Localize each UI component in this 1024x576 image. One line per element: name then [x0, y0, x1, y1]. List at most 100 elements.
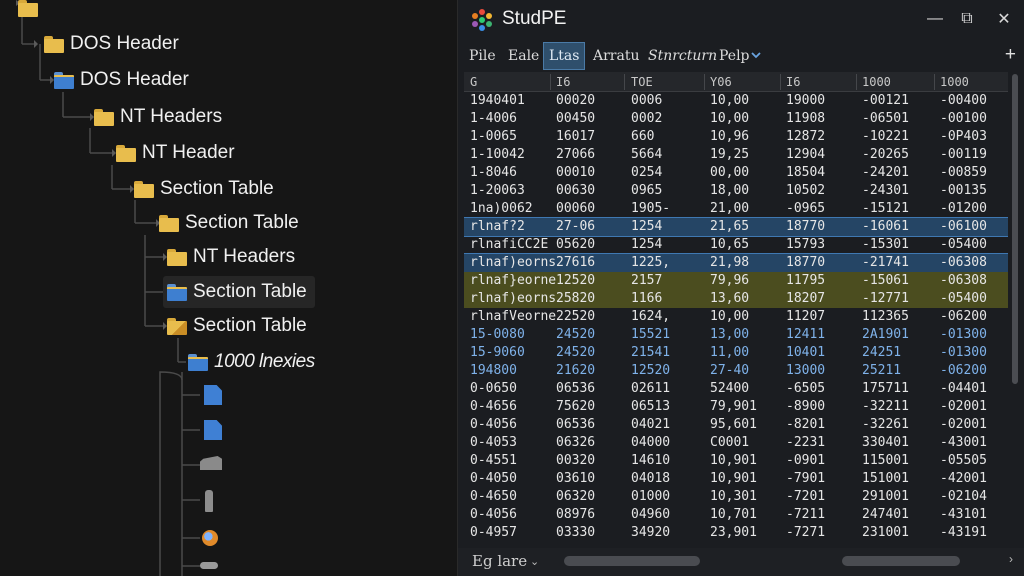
minimize-button[interactable]: —	[924, 8, 946, 30]
column-header[interactable]: Y06	[710, 75, 732, 89]
table-row[interactable]: 1-20063 00630 0965 18,00 10502 -24301 -00135	[464, 182, 1008, 200]
column-separator[interactable]	[550, 74, 551, 90]
tree-item-section-table[interactable]: Section Table	[130, 173, 282, 205]
table-row[interactable]: 0-4056 08976 04960 10,701 -7211 247401 -43101	[464, 506, 1008, 524]
table-row[interactable]: rlnaf)eorns 27616 1225, 21,98 18770 -21741 -06…	[464, 253, 1008, 273]
resource-icon[interactable]	[200, 562, 218, 569]
table-row[interactable]: 1-10042 27066 5664 19,25 12904 -20265 -00119	[464, 146, 1008, 164]
tree-item-dos-header[interactable]: DOS Header	[40, 28, 187, 60]
menu-help[interactable]: Pelp	[714, 42, 755, 70]
scroll-right-icon[interactable]: ›	[1009, 552, 1013, 566]
table-cell: 0-4053	[470, 435, 517, 450]
column-header[interactable]: 1000	[940, 75, 969, 89]
table-cell: -15121	[862, 201, 909, 216]
table-row[interactable]: 0-4650 06320 01000 10,301 -7201 291001 -02104	[464, 488, 1008, 506]
status-label[interactable]: Eg lare	[472, 552, 527, 570]
tree-item-indexes[interactable]: 1000 lnexies	[184, 346, 323, 378]
table-cell: 25211	[862, 363, 902, 378]
folder-icon	[94, 108, 114, 126]
orb-icon[interactable]	[202, 530, 218, 546]
table-cell: -20265	[862, 147, 909, 162]
table-cell: 15-9060	[470, 345, 525, 360]
table-cell: 1624,	[631, 309, 671, 324]
table-row[interactable]: 1-4006 00450 0002 10,00 11908 -06501 -00100	[464, 110, 1008, 128]
column-separator[interactable]	[856, 74, 857, 90]
tree-item-nt-header[interactable]: NT Header	[112, 137, 243, 169]
folder-icon	[167, 248, 187, 266]
folder-icon	[167, 283, 187, 301]
column-header[interactable]: G	[470, 75, 477, 89]
chevron-down-icon[interactable]	[751, 50, 761, 60]
status-dropdown-icon[interactable]: ⌄	[530, 555, 539, 568]
tree-item-dos-header-child[interactable]: DOS Header	[50, 64, 197, 96]
tree-item-section-table-selected[interactable]: Section Table	[163, 276, 315, 308]
table-row[interactable]: 0-4056 06536 04021 95,601 -8201 -32261 -02001	[464, 416, 1008, 434]
horizontal-scrollbar-thumb[interactable]	[842, 556, 960, 566]
menu-edit[interactable]: Eale	[503, 42, 544, 70]
table-cell: 34920	[631, 525, 671, 540]
table-cell: -06200	[940, 309, 987, 324]
folder-icon	[159, 214, 179, 232]
folder-icon	[54, 71, 74, 89]
table-cell: 18504	[786, 165, 826, 180]
tree-item-nt-headers[interactable]: NT Headers	[90, 101, 230, 133]
table-row[interactable]: rlnafiCC2E 05620 1254 10,65 15793 -15301 -0540…	[464, 236, 1008, 254]
table-row[interactable]: 194800 21620 12520 27-40 13000 25211 -06200	[464, 362, 1008, 380]
table-row[interactable]: rlnaf}eorne 12520 2157 79,96 11795 -15061 -063…	[464, 272, 1008, 290]
table-row[interactable]: rlnafVeorne 22520 1624, 10,00 11207 112365 -06…	[464, 308, 1008, 326]
table-cell: 00010	[556, 165, 596, 180]
table-cell: 11908	[786, 111, 826, 126]
file-icon[interactable]	[204, 420, 222, 440]
column-header[interactable]: I6	[556, 75, 570, 89]
close-button[interactable]: ✕	[993, 8, 1015, 30]
column-header[interactable]: 1000	[862, 75, 891, 89]
tree-item-nt-headers[interactable]: NT Headers	[163, 241, 303, 273]
menu-data[interactable]: Ltas	[543, 42, 586, 70]
table-row[interactable]: 0-4050 03610 04018 10,901 -7901 151001 -42001	[464, 470, 1008, 488]
table-cell: 03610	[556, 471, 596, 486]
folder-icon	[18, 0, 38, 17]
table-cell: 112365	[862, 309, 909, 324]
table-row[interactable]: 0-4957 03330 34920 23,901 -7271 231001 -43191	[464, 524, 1008, 542]
scrollbar-thumb[interactable]	[1012, 74, 1018, 384]
app-logo-icon	[472, 9, 492, 31]
column-separator[interactable]	[780, 74, 781, 90]
file-icon[interactable]	[204, 385, 222, 405]
tree-item-section-table[interactable]: Section Table	[163, 310, 315, 342]
table-row[interactable]: 1na)0062 00060 1905- 21,00 -0965 -15121 -01200	[464, 200, 1008, 218]
restore-button[interactable]: ⧉	[956, 8, 978, 30]
tree-item-label: NT Headers	[120, 106, 223, 127]
table-cell: 79,901	[710, 399, 757, 414]
table-row[interactable]: 1-8046 00010 0254 00,00 18504 -24201 -00859	[464, 164, 1008, 182]
table-cell: rlnafVeorne	[470, 309, 557, 324]
module-icon[interactable]	[205, 490, 213, 512]
column-separator[interactable]	[934, 74, 935, 90]
table-row[interactable]: 1940401 00020 0006 10,00 19000 -00121 -00400	[464, 92, 1008, 110]
horizontal-scrollbar-thumb[interactable]	[564, 556, 700, 566]
menu-analyze[interactable]: Arratu	[588, 42, 644, 70]
table-row[interactable]: rlnaf?2 27-06 1254 21,65 18770 -16061 -06100	[464, 217, 1008, 237]
table-row[interactable]: 0-4656 75620 06513 79,901 -8900 -32211 -02001	[464, 398, 1008, 416]
vertical-scrollbar[interactable]	[1010, 72, 1020, 546]
table-cell: -7211	[786, 507, 826, 522]
table-row[interactable]: rlnaf)eorns 25820 1166 13,60 18207 -12771 -054…	[464, 290, 1008, 308]
column-header[interactable]: I6	[786, 75, 800, 89]
column-header[interactable]: TOE	[631, 75, 653, 89]
table-cell: 04960	[631, 507, 671, 522]
menu-file[interactable]: Pile	[464, 42, 501, 70]
table-cell: 00450	[556, 111, 596, 126]
table-row[interactable]: 15-9060 24520 21541 11,00 10401 24251 -01300	[464, 344, 1008, 362]
table-cell: -00119	[940, 147, 987, 162]
table-cell: 13,00	[710, 327, 750, 342]
table-row[interactable]: 0-4053 06326 04000 C0001 -2231 330401 -43001	[464, 434, 1008, 452]
table-row[interactable]: 0-0650 06536 02611 52400 -6505 175711 -04401	[464, 380, 1008, 398]
table-cell: 52400	[710, 381, 750, 396]
menu-structure[interactable]: Stnrcturn	[643, 42, 722, 70]
column-separator[interactable]	[704, 74, 705, 90]
tree-item-section-table[interactable]: Section Table	[155, 207, 307, 239]
column-separator[interactable]	[624, 74, 625, 90]
table-row[interactable]: 0-4551 00320 14610 10,901 -0901 115001 -05505	[464, 452, 1008, 470]
table-row[interactable]: 1-0065 16017 660 10,96 12872 -10221 -0P403	[464, 128, 1008, 146]
add-button[interactable]: +	[1005, 44, 1016, 66]
table-row[interactable]: 15-0080 24520 15521 13,00 12411 2A1901 -01300	[464, 326, 1008, 344]
